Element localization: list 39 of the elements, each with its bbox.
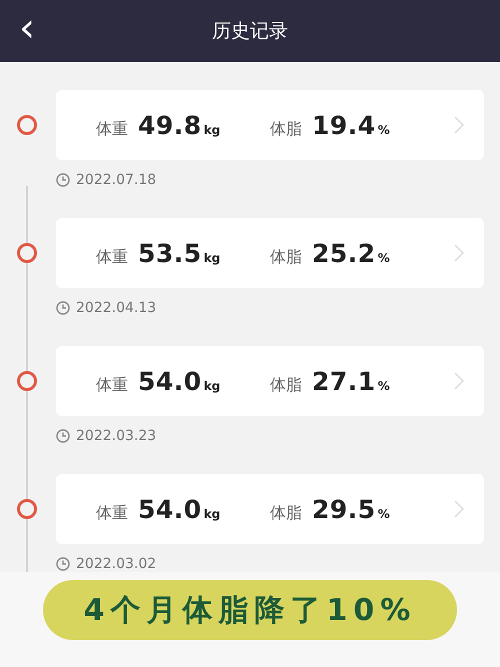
record-card[interactable]: 体重 49.8 kg 体脂 19.4% (56, 90, 484, 160)
weight-label: 体重 (96, 502, 128, 524)
timeline-dot (17, 243, 37, 263)
record-date: 2022.07.18 (76, 172, 156, 188)
record-date: 2022.03.02 (76, 556, 156, 572)
weight-label: 体重 (96, 374, 128, 396)
record-card[interactable]: 体重 54.0 kg 体脂 29.5% (56, 474, 484, 544)
weight-value: 53.5 kg (138, 238, 220, 268)
record-date: 2022.04.13 (76, 300, 156, 316)
clock-icon (56, 173, 70, 187)
body-fat-value: 27.1% (312, 366, 390, 396)
weight-value: 54.0 kg (138, 494, 220, 524)
body-fat-value: 19.4% (312, 110, 390, 140)
body-fat-value: 25.2% (312, 238, 390, 268)
clock-icon (56, 429, 70, 443)
body-fat-label: 体脂 (270, 502, 302, 524)
chevron-right-icon (454, 244, 464, 262)
clock-icon (56, 557, 70, 571)
weight-label: 体重 (96, 246, 128, 268)
record-card[interactable]: 体重 54.0 kg 体脂 27.1% (56, 346, 484, 416)
record-card[interactable]: 体重 53.5 kg 体脂 25.2% (56, 218, 484, 288)
body-fat-label: 体脂 (270, 374, 302, 396)
timeline-dot (17, 371, 37, 391)
chevron-right-icon (454, 372, 464, 390)
back-button[interactable]: ‹ (0, 8, 44, 54)
weight-value: 49.8 kg (138, 110, 220, 140)
caption-banner: 4个月体脂降了10% (43, 580, 457, 640)
timeline-dot (17, 499, 37, 519)
body-fat-label: 体脂 (270, 246, 302, 268)
chevron-right-icon (454, 116, 464, 134)
weight-label: 体重 (96, 118, 128, 140)
record-date: 2022.03.23 (76, 428, 156, 444)
page-title: 历史记录 (211, 19, 289, 44)
weight-value: 54.0 kg (138, 366, 220, 396)
body-fat-label: 体脂 (270, 118, 302, 140)
timeline-dot (17, 115, 37, 135)
body-fat-value: 29.5% (312, 494, 390, 524)
chevron-right-icon (454, 500, 464, 518)
clock-icon (56, 301, 70, 315)
